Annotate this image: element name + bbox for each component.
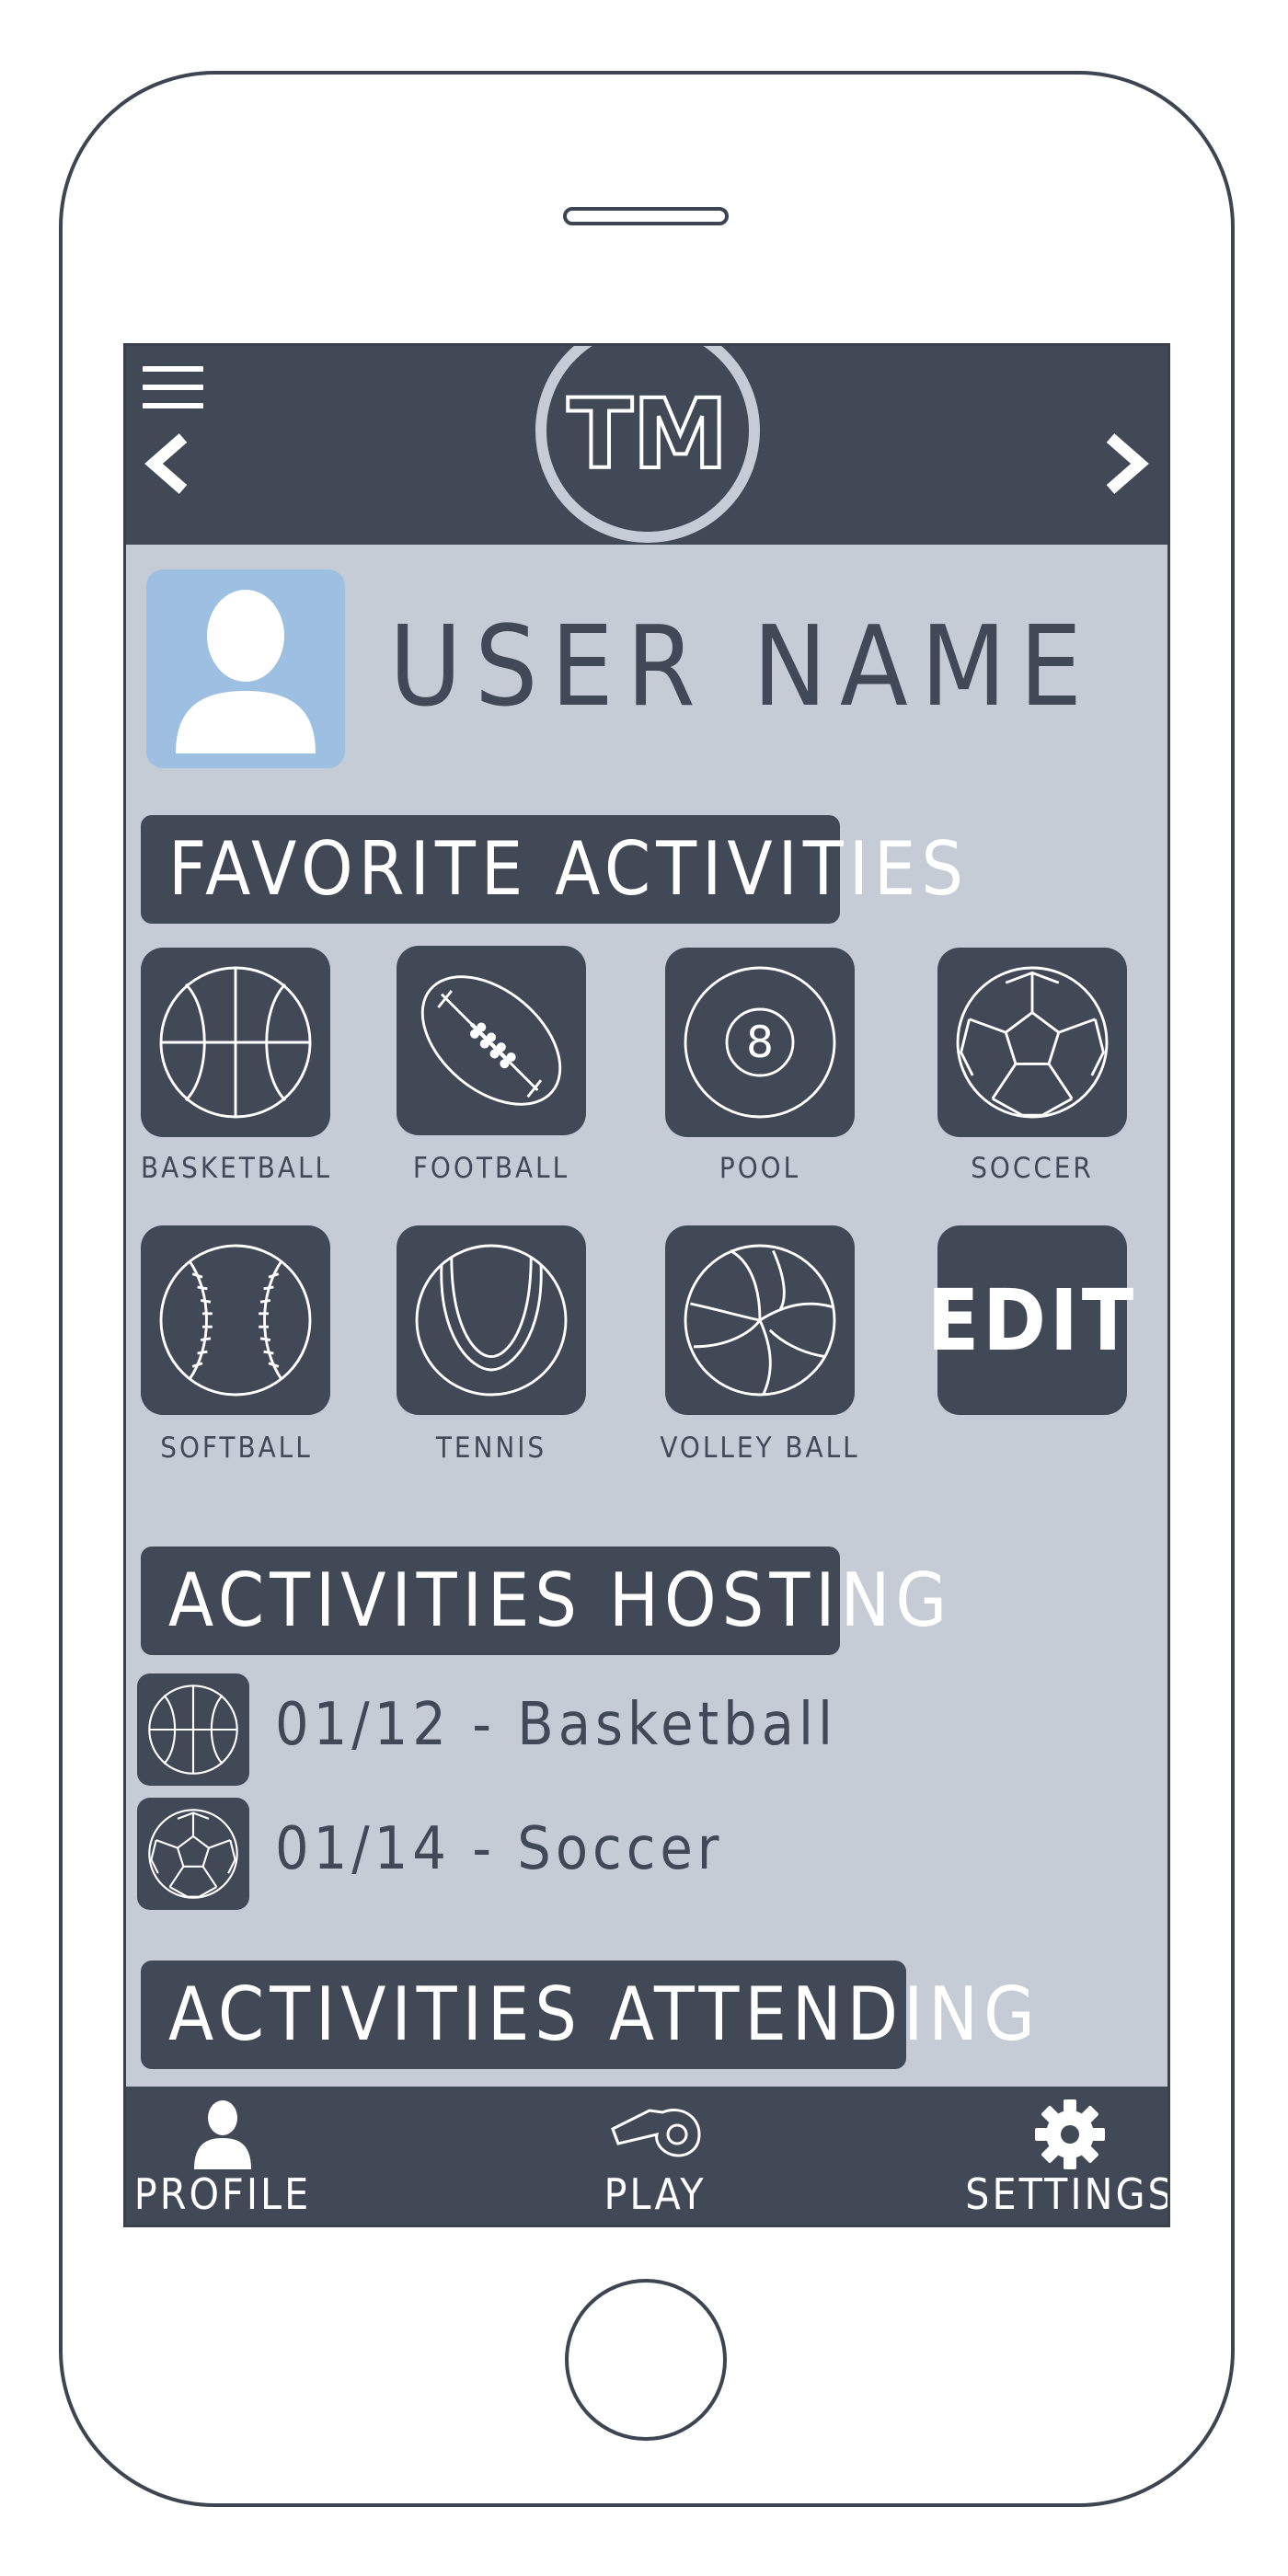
svg-text:8: 8 xyxy=(746,1018,774,1068)
whistle-icon xyxy=(611,2109,701,2157)
logo-glyph: TM xyxy=(566,376,730,492)
hosting-item-icon[interactable] xyxy=(137,1673,249,1786)
nav-profile[interactable]: PROFILE xyxy=(126,2087,319,2225)
phone-speaker xyxy=(563,207,729,225)
basketball-icon xyxy=(159,966,312,1119)
favorite-label: POOL xyxy=(719,1152,801,1185)
favorite-label: FOOTBALL xyxy=(412,1152,570,1185)
favorite-label: TENNIS xyxy=(435,1432,547,1465)
favorite-label: BASKETBALL xyxy=(140,1152,333,1185)
softball-icon xyxy=(159,1244,312,1397)
app-screen: TM USER NAME FAVORITE ACTIVITIES 8 BASKE… xyxy=(123,343,1170,2227)
person-icon xyxy=(194,2100,251,2169)
favorite-tennis-tile[interactable] xyxy=(397,1225,586,1415)
hamburger-menu-icon[interactable] xyxy=(143,366,203,412)
favorite-basketball-tile[interactable] xyxy=(141,948,330,1137)
activities-hosting-heading: ACTIVITIES HOSTING xyxy=(141,1547,947,1655)
favorite-volleyball-tile[interactable] xyxy=(665,1225,855,1415)
chevron-left-icon[interactable] xyxy=(139,427,194,500)
favorite-pool-tile[interactable]: 8 xyxy=(665,948,855,1137)
activities-attending-heading: ACTIVITIES ATTENDING xyxy=(141,1961,1035,2069)
bottom-navigation: PROFILE PLAY SETTINGS xyxy=(126,2087,1167,2225)
nav-play[interactable]: PLAY xyxy=(558,2087,752,2225)
top-bar: TM xyxy=(126,346,1167,545)
avatar[interactable] xyxy=(146,569,345,768)
pool-ball-icon: 8 xyxy=(684,966,836,1119)
tennis-ball-icon xyxy=(415,1244,568,1397)
nav-settings[interactable]: SETTINGS xyxy=(965,2087,1167,2225)
nav-settings-label: SETTINGS xyxy=(965,2169,1170,2219)
favorite-label: SOCCER xyxy=(971,1152,1094,1185)
person-icon xyxy=(176,590,316,753)
favorite-activities-heading: FAVORITE ACTIVITIES xyxy=(141,815,963,924)
favorite-softball-tile[interactable] xyxy=(141,1225,330,1415)
svg-text:TM: TM xyxy=(568,378,728,490)
favorite-football-tile[interactable] xyxy=(397,946,586,1135)
favorite-soccer-tile[interactable] xyxy=(937,948,1127,1137)
hosting-item-text[interactable]: 01/14 - Soccer xyxy=(275,1815,723,1883)
edit-favorites-button[interactable]: EDIT xyxy=(927,1225,1133,1415)
hosting-item-icon[interactable] xyxy=(137,1798,249,1910)
home-button[interactable] xyxy=(565,2279,727,2441)
basketball-icon xyxy=(148,1685,238,1775)
soccer-ball-icon xyxy=(148,1809,238,1899)
hosting-item-text[interactable]: 01/12 - Basketball xyxy=(275,1691,837,1759)
favorite-label: VOLLEY BALL xyxy=(660,1432,860,1465)
user-name: USER NAME xyxy=(389,604,1096,731)
soccer-ball-icon xyxy=(956,966,1109,1119)
nav-play-label: PLAY xyxy=(604,2169,707,2219)
chevron-right-icon[interactable] xyxy=(1099,427,1155,500)
football-icon xyxy=(420,975,562,1106)
app-logo[interactable]: TM xyxy=(535,346,760,543)
volleyball-icon xyxy=(684,1244,836,1397)
favorite-label: SOFTBALL xyxy=(160,1432,313,1465)
gear-icon xyxy=(1035,2099,1105,2169)
nav-profile-label: PROFILE xyxy=(133,2169,312,2219)
